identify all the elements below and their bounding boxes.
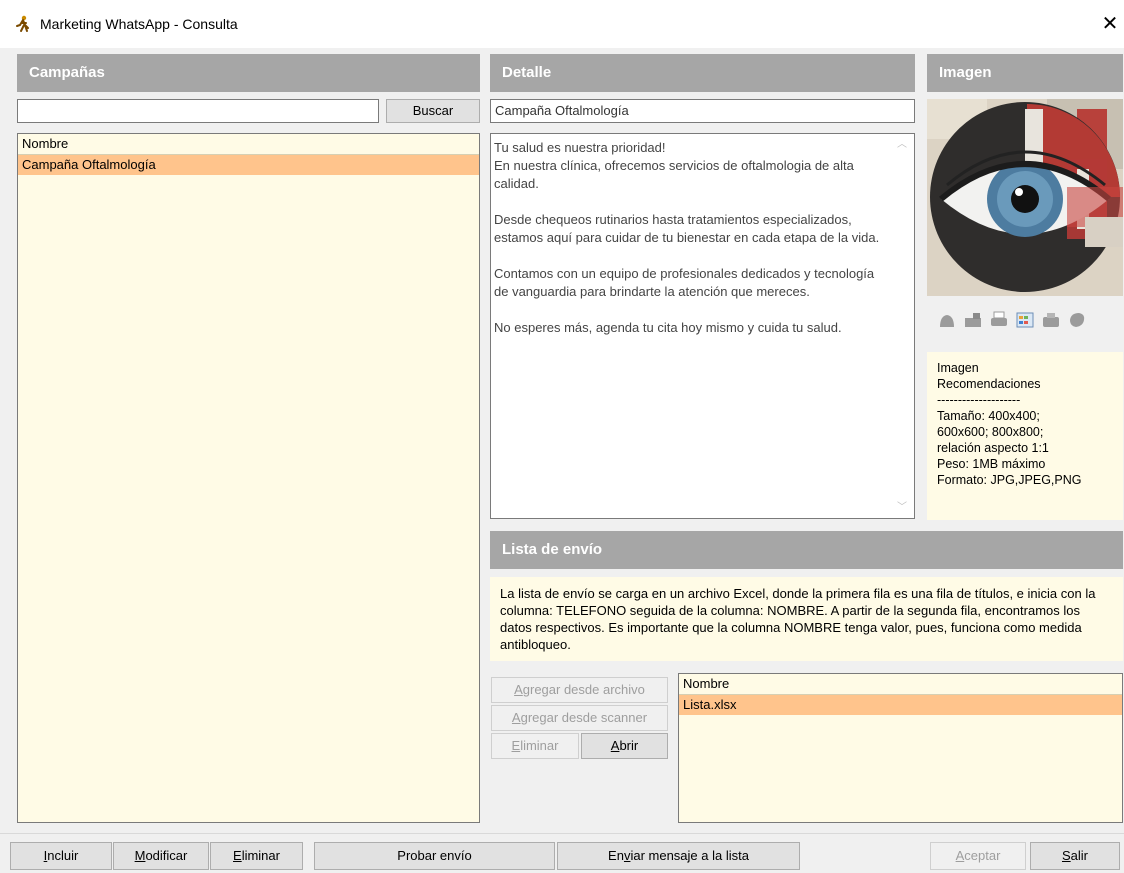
campaign-list: Nombre Campaña Oftalmología xyxy=(17,133,480,823)
scanner-icon[interactable] xyxy=(963,310,983,330)
message-line: Tu salud es nuestra prioridad! xyxy=(494,140,666,155)
campaign-name-field[interactable]: Campaña Oftalmología xyxy=(490,99,915,123)
footer-divider xyxy=(0,833,1124,834)
save-icon[interactable] xyxy=(1041,310,1061,330)
info-line: Imagen xyxy=(937,361,979,375)
info-line: relación aspecto 1:1 xyxy=(937,441,1049,455)
message-textarea[interactable]: Tu salud es nuestra prioridad! En nuestr… xyxy=(490,133,915,519)
add-from-scanner-button[interactable]: Agregar desde scanner xyxy=(491,705,668,731)
campaigns-header: Campañas xyxy=(17,54,480,92)
close-icon[interactable]: ✕ xyxy=(1098,12,1122,36)
detail-header: Detalle xyxy=(490,54,915,92)
search-button[interactable]: Buscar xyxy=(386,99,480,123)
info-line: Recomendaciones xyxy=(937,377,1041,391)
info-line: -------------------- xyxy=(937,393,1021,407)
image-recommendations: Imagen Recomendaciones -----------------… xyxy=(927,352,1123,520)
app-runner-icon xyxy=(16,15,29,32)
image-header: Imagen xyxy=(927,54,1123,92)
camera-icon[interactable] xyxy=(937,310,957,330)
info-line: Formato: JPG,JPEG,PNG xyxy=(937,473,1082,487)
delete-campaign-button[interactable]: Eliminar xyxy=(210,842,303,870)
scroll-down-icon[interactable]: ﹀ xyxy=(897,503,907,513)
info-line: Peso: 1MB máximo xyxy=(937,457,1046,471)
campaign-column-header[interactable]: Nombre xyxy=(18,134,479,155)
message-line: En nuestra clínica, ofrecemos servicios … xyxy=(494,158,854,191)
test-send-button[interactable]: Probar envío xyxy=(314,842,555,870)
delete-list-button[interactable]: Eliminar xyxy=(491,733,579,759)
message-line: Desde chequeos rutinarios hasta tratamie… xyxy=(494,212,880,245)
add-from-file-button[interactable]: Agregar desde archivo xyxy=(491,677,668,703)
info-line: 600x600; 800x800; xyxy=(937,425,1044,439)
campaign-search-input[interactable] xyxy=(17,99,379,123)
image-grid-icon[interactable] xyxy=(1015,310,1035,330)
window-title: Marketing WhatsApp - Consulta xyxy=(40,16,238,32)
exit-button[interactable]: Salir xyxy=(1030,842,1120,870)
accept-button[interactable]: Aceptar xyxy=(930,842,1026,870)
send-list-column-header[interactable]: Nombre xyxy=(679,674,1122,695)
campaign-row[interactable]: Campaña Oftalmología xyxy=(18,155,479,175)
campaign-image-preview[interactable] xyxy=(927,99,1123,296)
send-list-row[interactable]: Lista.xlsx xyxy=(679,695,1122,715)
send-list-info: La lista de envío se carga en un archivo… xyxy=(490,577,1123,661)
image-toolbar xyxy=(937,310,1087,330)
print-icon[interactable] xyxy=(989,310,1009,330)
message-line: No esperes más, agenda tu cita hoy mismo… xyxy=(494,320,842,335)
modify-button[interactable]: Modificar xyxy=(113,842,209,870)
scroll-up-icon[interactable]: ︿ xyxy=(897,140,907,150)
send-to-list-button[interactable]: Enviar mensaje a la lista xyxy=(557,842,800,870)
info-line: Tamaño: 400x400; xyxy=(937,409,1040,423)
include-button[interactable]: Incluir xyxy=(10,842,112,870)
message-line: Contamos con un equipo de profesionales … xyxy=(494,266,875,299)
send-list-table: Nombre Lista.xlsx xyxy=(678,673,1123,823)
open-list-button[interactable]: Abrir xyxy=(581,733,668,759)
send-list-header: Lista de envío xyxy=(490,531,1123,569)
clear-icon[interactable] xyxy=(1067,310,1087,330)
